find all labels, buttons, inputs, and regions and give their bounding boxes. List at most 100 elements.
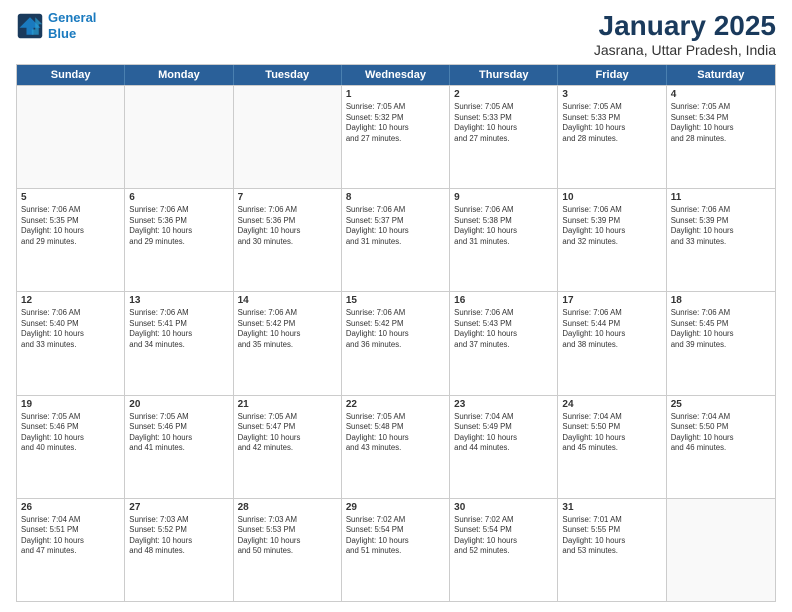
day-number: 6 <box>129 192 228 203</box>
day-info: Sunrise: 7:06 AM Sunset: 5:41 PM Dayligh… <box>129 308 228 350</box>
calendar-day: 7Sunrise: 7:06 AM Sunset: 5:36 PM Daylig… <box>234 189 342 291</box>
calendar-week: 12Sunrise: 7:06 AM Sunset: 5:40 PM Dayli… <box>17 291 775 394</box>
day-number: 5 <box>21 192 120 203</box>
day-info: Sunrise: 7:06 AM Sunset: 5:44 PM Dayligh… <box>562 308 661 350</box>
calendar-day: 23Sunrise: 7:04 AM Sunset: 5:49 PM Dayli… <box>450 396 558 498</box>
day-number: 20 <box>129 399 228 410</box>
calendar-day: 5Sunrise: 7:06 AM Sunset: 5:35 PM Daylig… <box>17 189 125 291</box>
day-info: Sunrise: 7:06 AM Sunset: 5:36 PM Dayligh… <box>129 205 228 247</box>
day-info: Sunrise: 7:02 AM Sunset: 5:54 PM Dayligh… <box>346 515 445 557</box>
day-number: 25 <box>671 399 771 410</box>
calendar-day: 17 Sunrise: 7:06 AM Sunset: 5:44 PM Dayli… <box>558 292 666 394</box>
day-number: 1 <box>346 89 445 100</box>
calendar-day: 2 Sunrise: 7:05 AM Sunset: 5:33 PM Daylig… <box>450 86 558 188</box>
day-number: 19 <box>21 399 120 410</box>
calendar-day: 31Sunrise: 7:01 AM Sunset: 5:55 PM Dayli… <box>558 499 666 601</box>
calendar-day: 9 Sunrise: 7:06 AM Sunset: 5:38 PM Daylig… <box>450 189 558 291</box>
day-info: Sunrise: 7:06 AM Sunset: 5:43 PM Dayligh… <box>454 308 553 350</box>
day-number: 12 <box>21 295 120 306</box>
day-number: 11 <box>671 192 771 203</box>
day-number: 27 <box>129 502 228 513</box>
calendar-day: 22 Sunrise: 7:05 AM Sunset: 5:48 PM Dayli… <box>342 396 450 498</box>
day-number: 3 <box>562 89 661 100</box>
weekday-header: Thursday <box>450 65 558 85</box>
calendar-day: 24 Sunrise: 7:04 AM Sunset: 5:50 PM Dayli… <box>558 396 666 498</box>
logo: General Blue <box>16 10 96 41</box>
day-info: Sunrise: 7:04 AM Sunset: 5:51 PM Dayligh… <box>21 515 120 557</box>
day-info: Sunrise: 7:06 AM Sunset: 5:39 PM Dayligh… <box>562 205 661 247</box>
day-info: Sunrise: 7:05 AM Sunset: 5:48 PM Dayligh… <box>346 412 445 454</box>
calendar-day: 1Sunrise: 7:05 AM Sunset: 5:32 PM Daylig… <box>342 86 450 188</box>
empty-cell <box>125 86 233 188</box>
calendar-subtitle: Jasrana, Uttar Pradesh, India <box>594 42 776 58</box>
day-info: Sunrise: 7:06 AM Sunset: 5:45 PM Dayligh… <box>671 308 771 350</box>
calendar-day: 10 Sunrise: 7:06 AM Sunset: 5:39 PM Dayli… <box>558 189 666 291</box>
day-number: 22 <box>346 399 445 410</box>
weekday-header: Saturday <box>667 65 775 85</box>
calendar-day: 20 Sunrise: 7:05 AM Sunset: 5:46 PM Dayli… <box>125 396 233 498</box>
calendar: SundayMondayTuesdayWednesdayThursdayFrid… <box>16 64 776 602</box>
day-info: Sunrise: 7:06 AM Sunset: 5:42 PM Dayligh… <box>346 308 445 350</box>
day-info: Sunrise: 7:05 AM Sunset: 5:47 PM Dayligh… <box>238 412 337 454</box>
calendar-day: 12Sunrise: 7:06 AM Sunset: 5:40 PM Dayli… <box>17 292 125 394</box>
calendar-title: January 2025 <box>594 10 776 42</box>
calendar-day: 27 Sunrise: 7:03 AM Sunset: 5:52 PM Dayli… <box>125 499 233 601</box>
day-number: 9 <box>454 192 553 203</box>
day-number: 15 <box>346 295 445 306</box>
calendar-day: 29 Sunrise: 7:02 AM Sunset: 5:54 PM Dayli… <box>342 499 450 601</box>
weekday-header: Sunday <box>17 65 125 85</box>
calendar-week: 5Sunrise: 7:06 AM Sunset: 5:35 PM Daylig… <box>17 188 775 291</box>
day-info: Sunrise: 7:05 AM Sunset: 5:33 PM Dayligh… <box>562 102 661 144</box>
day-info: Sunrise: 7:03 AM Sunset: 5:53 PM Dayligh… <box>238 515 337 557</box>
day-info: Sunrise: 7:02 AM Sunset: 5:54 PM Dayligh… <box>454 515 553 557</box>
day-number: 13 <box>129 295 228 306</box>
calendar-body: 1Sunrise: 7:05 AM Sunset: 5:32 PM Daylig… <box>17 85 775 601</box>
day-number: 17 <box>562 295 661 306</box>
weekday-header: Tuesday <box>234 65 342 85</box>
logo-blue: Blue <box>48 26 76 41</box>
calendar-day: 26 Sunrise: 7:04 AM Sunset: 5:51 PM Dayli… <box>17 499 125 601</box>
day-info: Sunrise: 7:05 AM Sunset: 5:34 PM Dayligh… <box>671 102 771 144</box>
calendar-day: 4 Sunrise: 7:05 AM Sunset: 5:34 PM Daylig… <box>667 86 775 188</box>
day-number: 16 <box>454 295 553 306</box>
calendar-day: 11 Sunrise: 7:06 AM Sunset: 5:39 PM Dayli… <box>667 189 775 291</box>
day-info: Sunrise: 7:06 AM Sunset: 5:42 PM Dayligh… <box>238 308 337 350</box>
day-number: 29 <box>346 502 445 513</box>
page: General Blue January 2025 Jasrana, Uttar… <box>0 0 792 612</box>
calendar-day: 28 Sunrise: 7:03 AM Sunset: 5:53 PM Dayli… <box>234 499 342 601</box>
day-number: 18 <box>671 295 771 306</box>
day-info: Sunrise: 7:03 AM Sunset: 5:52 PM Dayligh… <box>129 515 228 557</box>
calendar-day: 30Sunrise: 7:02 AM Sunset: 5:54 PM Dayli… <box>450 499 558 601</box>
day-info: Sunrise: 7:06 AM Sunset: 5:38 PM Dayligh… <box>454 205 553 247</box>
day-number: 2 <box>454 89 553 100</box>
calendar-day: 21Sunrise: 7:05 AM Sunset: 5:47 PM Dayli… <box>234 396 342 498</box>
calendar-week: 19 Sunrise: 7:05 AM Sunset: 5:46 PM Dayli… <box>17 395 775 498</box>
day-info: Sunrise: 7:06 AM Sunset: 5:39 PM Dayligh… <box>671 205 771 247</box>
calendar-day: 14Sunrise: 7:06 AM Sunset: 5:42 PM Dayli… <box>234 292 342 394</box>
day-info: Sunrise: 7:04 AM Sunset: 5:49 PM Dayligh… <box>454 412 553 454</box>
day-number: 24 <box>562 399 661 410</box>
day-info: Sunrise: 7:05 AM Sunset: 5:46 PM Dayligh… <box>21 412 120 454</box>
day-number: 10 <box>562 192 661 203</box>
empty-cell <box>234 86 342 188</box>
calendar-day: 18 Sunrise: 7:06 AM Sunset: 5:45 PM Dayli… <box>667 292 775 394</box>
day-number: 4 <box>671 89 771 100</box>
calendar-day: 8Sunrise: 7:06 AM Sunset: 5:37 PM Daylig… <box>342 189 450 291</box>
day-info: Sunrise: 7:05 AM Sunset: 5:33 PM Dayligh… <box>454 102 553 144</box>
day-info: Sunrise: 7:04 AM Sunset: 5:50 PM Dayligh… <box>671 412 771 454</box>
calendar-day: 6 Sunrise: 7:06 AM Sunset: 5:36 PM Daylig… <box>125 189 233 291</box>
calendar-day: 19 Sunrise: 7:05 AM Sunset: 5:46 PM Dayli… <box>17 396 125 498</box>
day-info: Sunrise: 7:05 AM Sunset: 5:46 PM Dayligh… <box>129 412 228 454</box>
day-number: 28 <box>238 502 337 513</box>
header: General Blue January 2025 Jasrana, Uttar… <box>16 10 776 58</box>
calendar-day: 3 Sunrise: 7:05 AM Sunset: 5:33 PM Daylig… <box>558 86 666 188</box>
day-info: Sunrise: 7:04 AM Sunset: 5:50 PM Dayligh… <box>562 412 661 454</box>
calendar-week: 26 Sunrise: 7:04 AM Sunset: 5:51 PM Dayli… <box>17 498 775 601</box>
day-number: 26 <box>21 502 120 513</box>
weekday-header: Wednesday <box>342 65 450 85</box>
logo-general: General <box>48 10 96 25</box>
day-number: 31 <box>562 502 661 513</box>
weekday-header: Monday <box>125 65 233 85</box>
empty-cell <box>667 499 775 601</box>
empty-cell <box>17 86 125 188</box>
